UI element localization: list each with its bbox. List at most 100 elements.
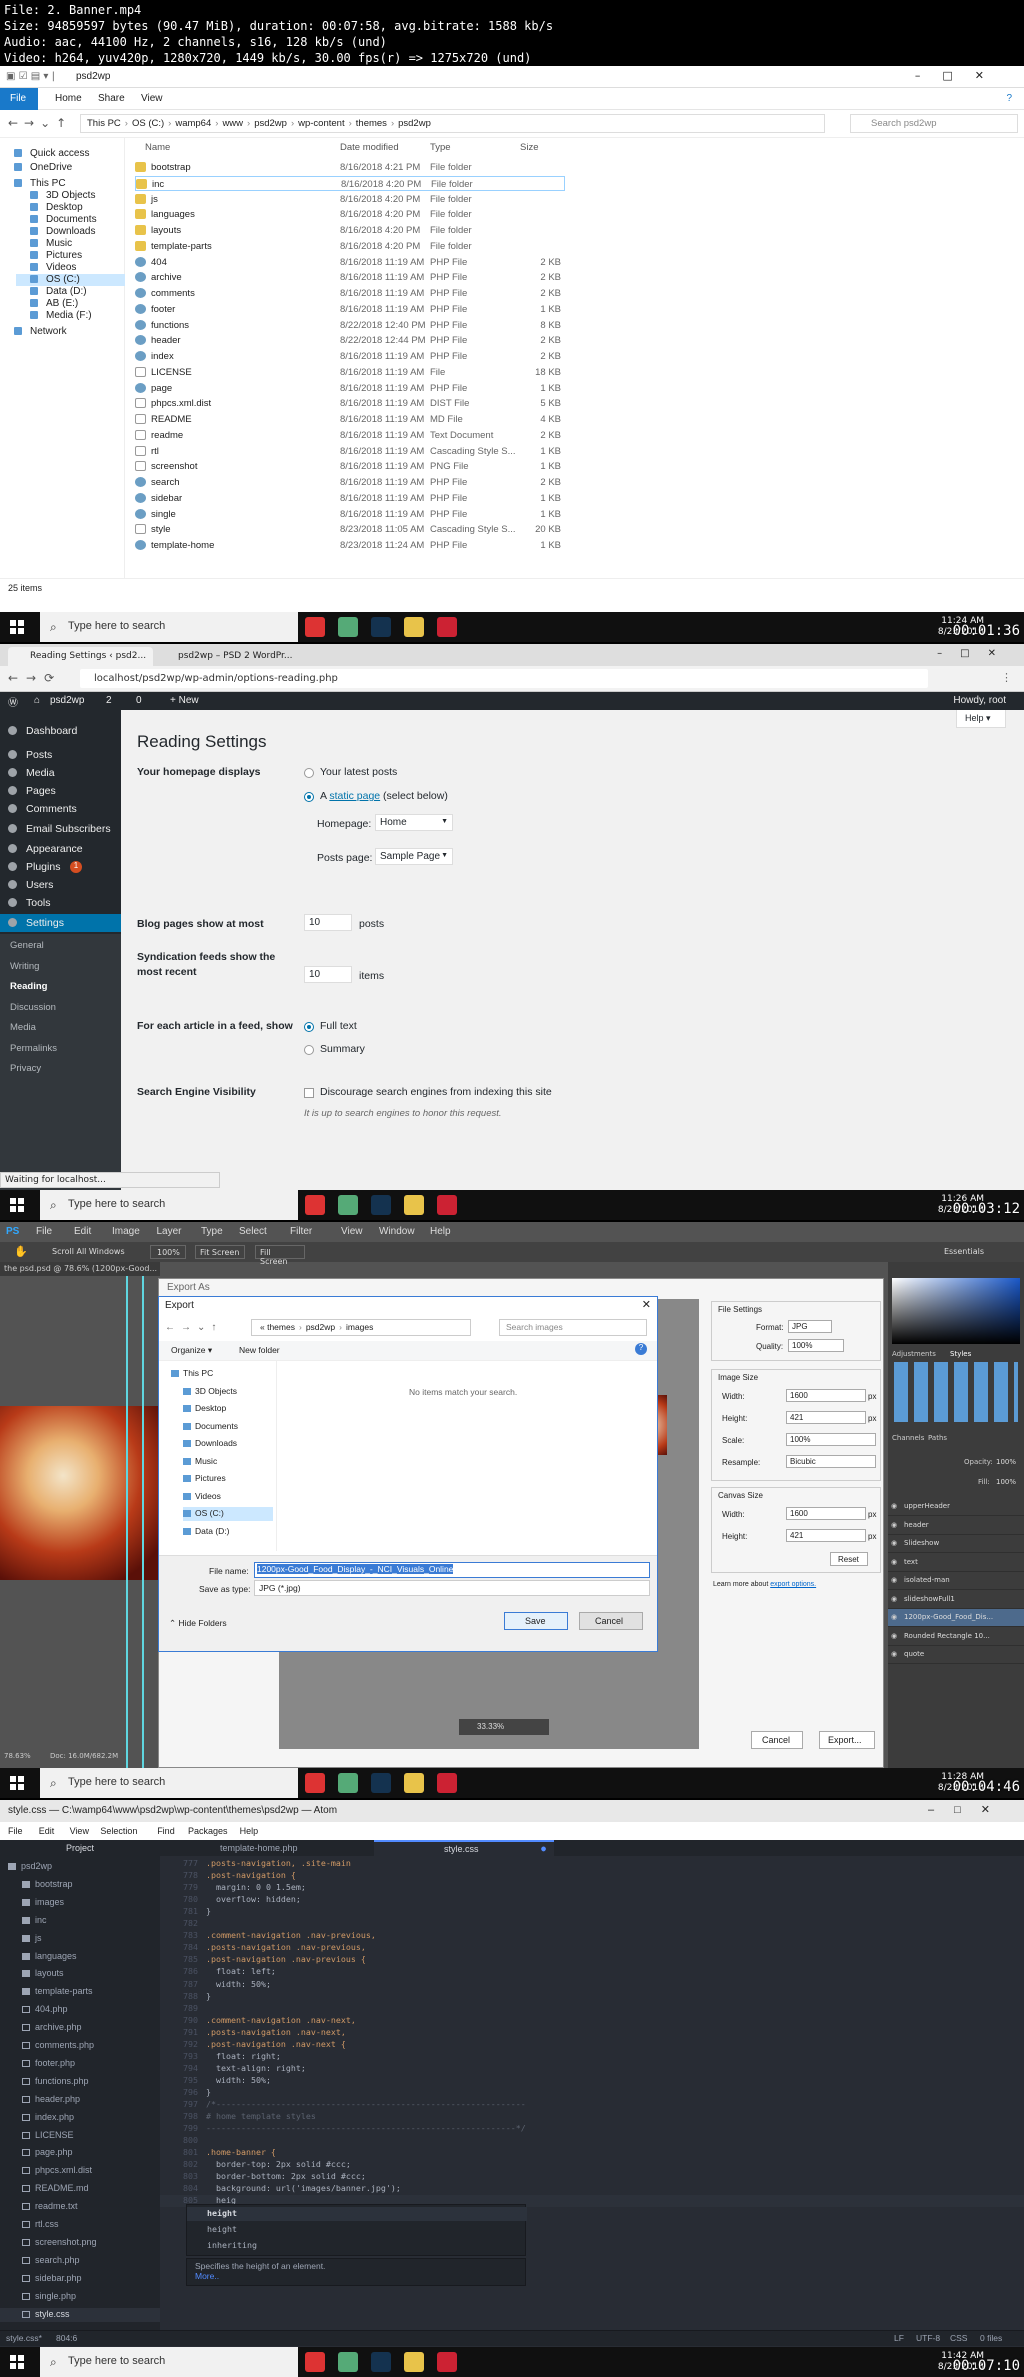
fit-screen-button[interactable]: Fit Screen bbox=[195, 1245, 245, 1259]
browser-tab-active[interactable]: Reading Settings ‹ psd2... bbox=[8, 647, 153, 666]
code-line[interactable]: 790 .comment-navigation .nav-next, bbox=[160, 2015, 1024, 2027]
tree-entry[interactable]: readme.txt bbox=[0, 2200, 160, 2214]
status-cursor[interactable]: 804:6 bbox=[56, 2333, 77, 2343]
file-row[interactable]: footer 8/16/2018 11:19 AM PHP File 1 KB bbox=[135, 302, 565, 318]
file-row[interactable]: header 8/22/2018 12:44 PM PHP File 2 KB bbox=[135, 333, 565, 349]
cancel-button[interactable]: Cancel bbox=[579, 1612, 643, 1630]
tree-entry[interactable]: images bbox=[0, 1896, 160, 1910]
code-line[interactable]: 786 float: left; bbox=[160, 1966, 1024, 1978]
chrome-icon[interactable] bbox=[305, 1773, 325, 1793]
wp-submenu-item[interactable]: Media bbox=[10, 1022, 131, 1033]
homepage-select[interactable]: Home ▼ bbox=[375, 814, 453, 831]
tree-item[interactable]: Data (D:) bbox=[183, 1525, 273, 1539]
hand-tool-icon[interactable]: ✋ bbox=[14, 1245, 28, 1258]
ps-logo-icon[interactable]: PS bbox=[6, 1226, 19, 1237]
file-row[interactable]: sidebar 8/16/2018 11:19 AM PHP File 1 KB bbox=[135, 491, 565, 507]
window-controls[interactable]: –□✕ bbox=[915, 69, 1006, 82]
file-row[interactable]: functions 8/22/2018 12:40 PM PHP File 8 KB bbox=[135, 318, 565, 334]
styles-swatches[interactable] bbox=[894, 1362, 1018, 1422]
layer-row[interactable]: ◉ isolated-man bbox=[888, 1572, 1024, 1590]
radio-latest[interactable] bbox=[304, 768, 314, 778]
layer-row[interactable]: ◉ slideshowFull1 bbox=[888, 1591, 1024, 1609]
tree-entry[interactable]: archive.php bbox=[0, 2021, 160, 2035]
ps-menu-item[interactable]: Type bbox=[201, 1226, 223, 1237]
suggestion-item[interactable]: height bbox=[187, 2223, 527, 2237]
tree-item[interactable]: This PC bbox=[171, 1367, 261, 1381]
menu-icon[interactable]: ⋮ bbox=[1001, 671, 1012, 684]
tree-entry[interactable]: layouts bbox=[0, 1967, 160, 1981]
code-line[interactable]: 789 bbox=[160, 2003, 1024, 2015]
canvas-height-input[interactable]: 421 bbox=[786, 1529, 866, 1542]
atom-menu-item[interactable]: Help bbox=[240, 1826, 259, 1836]
chrome-icon[interactable] bbox=[305, 2352, 325, 2372]
tab-template-home[interactable]: template-home.php bbox=[220, 1843, 298, 1853]
ps-menu-item[interactable]: Edit bbox=[74, 1226, 91, 1237]
savetype-select[interactable]: JPG (*.jpg) bbox=[254, 1580, 650, 1596]
ribbon-tab-home[interactable]: Home bbox=[55, 93, 82, 104]
atom-menu-item[interactable]: Find bbox=[157, 1826, 175, 1836]
photoshop-icon[interactable] bbox=[371, 1773, 391, 1793]
nav-item[interactable]: Music bbox=[16, 238, 125, 250]
wp-menu-item[interactable]: Media bbox=[0, 764, 121, 782]
wp-menu-item[interactable]: Dashboard bbox=[0, 722, 121, 740]
wp-submenu-item[interactable]: Privacy bbox=[10, 1063, 131, 1074]
tree-item[interactable]: Desktop bbox=[183, 1402, 273, 1416]
file-row[interactable]: template-parts 8/16/2018 4:20 PM File fold… bbox=[135, 239, 565, 255]
export-options-link[interactable]: export options. bbox=[770, 1581, 816, 1588]
dialog-address[interactable]: « themes › psd2wp › images bbox=[251, 1319, 471, 1336]
tree-item[interactable]: Pictures bbox=[183, 1472, 273, 1486]
channels-tab[interactable]: Channels bbox=[892, 1434, 924, 1442]
format-select[interactable]: JPG bbox=[788, 1320, 832, 1333]
layer-row[interactable]: ◉ Rounded Rectangle 10... bbox=[888, 1628, 1024, 1646]
tree-entry[interactable]: phpcs.xml.dist bbox=[0, 2164, 160, 2178]
code-line[interactable]: 784 .posts-navigation .nav-previous, bbox=[160, 1942, 1024, 1954]
tree-entry[interactable]: bootstrap bbox=[0, 1878, 160, 1892]
wp-submenu-item[interactable]: Permalinks bbox=[10, 1043, 131, 1054]
code-line[interactable]: 804 background: url('images/banner.jpg')… bbox=[160, 2183, 1024, 2195]
address-bar[interactable]: This PC › OS (C:) › wamp64 › www › psd2wp › wp-con… bbox=[80, 114, 825, 133]
nav-item[interactable]: Downloads bbox=[16, 226, 125, 238]
code-line[interactable]: 796} bbox=[160, 2087, 1024, 2099]
more-link[interactable]: More.. bbox=[195, 2271, 517, 2281]
new-folder-button[interactable]: New folder bbox=[239, 1345, 280, 1355]
file-row[interactable]: style 8/23/2018 11:05 AM Cascading Style S… bbox=[135, 522, 565, 538]
ribbon-tab-file[interactable]: File bbox=[0, 88, 38, 110]
file-row[interactable]: readme 8/16/2018 11:19 AM Text Document 2 K… bbox=[135, 428, 565, 444]
wp-menu-item[interactable]: Email Subscribers bbox=[0, 820, 121, 838]
suggestion-item[interactable]: inheriting bbox=[187, 2239, 527, 2253]
code-line[interactable]: 785 .post-navigation .nav-previous { bbox=[160, 1954, 1024, 1966]
tab-style-css[interactable]: style.css ● bbox=[374, 1840, 554, 1856]
tree-item[interactable]: Music bbox=[183, 1455, 273, 1469]
static-page-link[interactable]: static page bbox=[329, 790, 380, 802]
dialog-nav-icon[interactable]: ←→⌄↑ bbox=[165, 1322, 222, 1333]
nav-item[interactable]: Pictures bbox=[16, 250, 125, 262]
file-row[interactable]: template-home 8/23/2018 11:24 AM PHP File 1… bbox=[135, 538, 565, 554]
nav-item[interactable]: 3D Objects bbox=[16, 190, 125, 202]
file-row[interactable]: page 8/16/2018 11:19 AM PHP File 1 KB bbox=[135, 381, 565, 397]
photoshop-icon[interactable] bbox=[371, 2352, 391, 2372]
status-file[interactable]: style.css* bbox=[6, 2333, 42, 2343]
explorer-search-input[interactable]: Search psd2wp bbox=[850, 114, 1018, 133]
taskbar-search[interactable]: ⌕ Type here to search bbox=[40, 2347, 298, 2377]
status-git[interactable]: 0 files bbox=[980, 2333, 1002, 2343]
help-tab[interactable]: Help ▾ bbox=[956, 710, 1006, 728]
layer-row[interactable]: ◉ Slideshow bbox=[888, 1535, 1024, 1553]
tree-entry[interactable]: LICENSE bbox=[0, 2129, 160, 2143]
ps-menu-item[interactable]: Filter bbox=[290, 1226, 312, 1237]
tree-entry[interactable]: functions.php bbox=[0, 2075, 160, 2089]
code-line[interactable]: 797 /*-----------------------------------… bbox=[160, 2099, 1024, 2111]
tree-entry[interactable]: footer.php bbox=[0, 2057, 160, 2071]
adjustments-tab[interactable]: Adjustments bbox=[892, 1350, 936, 1358]
tree-entry[interactable]: README.md bbox=[0, 2182, 160, 2196]
tree-entry[interactable]: inc bbox=[0, 1914, 160, 1928]
hide-folders-toggle[interactable]: ⌃ Hide Folders bbox=[169, 1618, 227, 1629]
file-row[interactable]: README 8/16/2018 11:19 AM MD File 4 KB bbox=[135, 412, 565, 428]
tree-entry[interactable]: languages bbox=[0, 1950, 160, 1964]
atom-menu-item[interactable]: View bbox=[70, 1826, 89, 1836]
code-line[interactable]: 801 .home-banner { bbox=[160, 2147, 1024, 2159]
nav-item[interactable]: OS (C:) bbox=[16, 274, 125, 286]
tree-item[interactable]: Documents bbox=[183, 1420, 273, 1434]
code-line[interactable]: 778 .post-navigation { bbox=[160, 1870, 1024, 1882]
file-row[interactable]: screenshot 8/16/2018 11:19 AM PNG File 1 KB bbox=[135, 459, 565, 475]
code-line[interactable]: 793 float: right; bbox=[160, 2051, 1024, 2063]
